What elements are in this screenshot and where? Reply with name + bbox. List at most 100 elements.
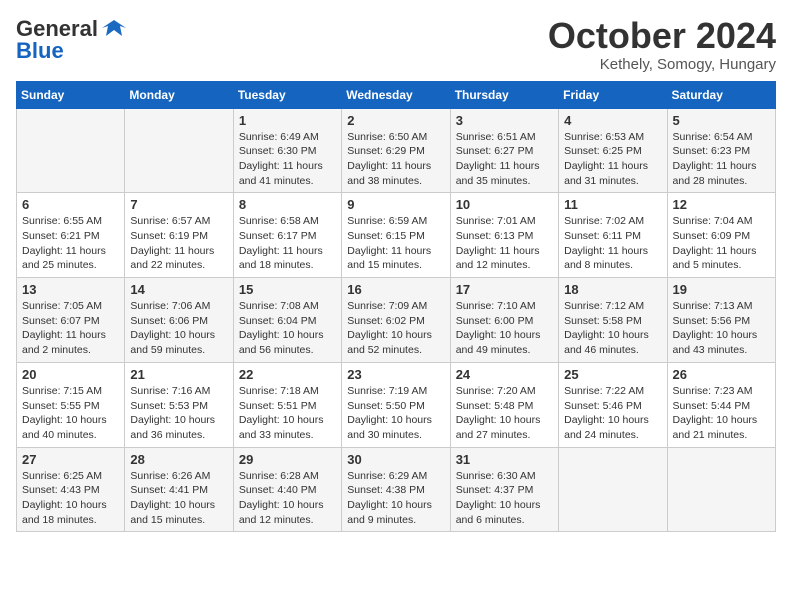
calendar-cell: 4 Sunrise: 6:53 AM Sunset: 6:25 PM Daylig… <box>559 108 667 193</box>
day-info: Sunrise: 7:10 AM Sunset: 6:00 PM Dayligh… <box>456 299 553 358</box>
calendar-cell: 3 Sunrise: 6:51 AM Sunset: 6:27 PM Daylig… <box>450 108 558 193</box>
day-info: Sunrise: 6:25 AM Sunset: 4:43 PM Dayligh… <box>22 469 119 528</box>
calendar-cell: 24 Sunrise: 7:20 AM Sunset: 5:48 PM Dayli… <box>450 362 558 447</box>
day-number: 24 <box>456 367 553 382</box>
day-info: Sunrise: 7:09 AM Sunset: 6:02 PM Dayligh… <box>347 299 444 358</box>
location: Kethely, Somogy, Hungary <box>548 56 776 73</box>
calendar-cell: 18 Sunrise: 7:12 AM Sunset: 5:58 PM Dayli… <box>559 278 667 363</box>
day-info: Sunrise: 7:20 AM Sunset: 5:48 PM Dayligh… <box>456 384 553 443</box>
logo-blue: Blue <box>16 38 64 64</box>
calendar-cell: 29 Sunrise: 6:28 AM Sunset: 4:40 PM Dayli… <box>233 447 341 532</box>
calendar-cell: 12 Sunrise: 7:04 AM Sunset: 6:09 PM Dayli… <box>667 193 775 278</box>
weekday-header-friday: Friday <box>559 81 667 108</box>
weekday-header-row: SundayMondayTuesdayWednesdayThursdayFrid… <box>17 81 776 108</box>
day-number: 2 <box>347 113 444 128</box>
day-number: 28 <box>130 452 227 467</box>
day-number: 6 <box>22 197 119 212</box>
title-area: October 2024 Kethely, Somogy, Hungary <box>548 16 776 73</box>
calendar-cell: 30 Sunrise: 6:29 AM Sunset: 4:38 PM Dayli… <box>342 447 450 532</box>
day-info: Sunrise: 6:53 AM Sunset: 6:25 PM Dayligh… <box>564 130 661 189</box>
day-info: Sunrise: 6:58 AM Sunset: 6:17 PM Dayligh… <box>239 214 336 273</box>
day-info: Sunrise: 7:04 AM Sunset: 6:09 PM Dayligh… <box>673 214 770 273</box>
logo-bird-icon <box>100 18 128 40</box>
day-info: Sunrise: 6:59 AM Sunset: 6:15 PM Dayligh… <box>347 214 444 273</box>
calendar-cell <box>125 108 233 193</box>
day-info: Sunrise: 6:57 AM Sunset: 6:19 PM Dayligh… <box>130 214 227 273</box>
calendar-cell: 21Sunrise: 7:16 AM Sunset: 5:53 PM Dayli… <box>125 362 233 447</box>
day-number: 18 <box>564 282 661 297</box>
calendar-cell: 15Sunrise: 7:08 AM Sunset: 6:04 PM Dayli… <box>233 278 341 363</box>
day-info: Sunrise: 7:12 AM Sunset: 5:58 PM Dayligh… <box>564 299 661 358</box>
day-info: Sunrise: 7:02 AM Sunset: 6:11 PM Dayligh… <box>564 214 661 273</box>
calendar-cell: 6 Sunrise: 6:55 AM Sunset: 6:21 PM Daylig… <box>17 193 125 278</box>
calendar-cell: 11Sunrise: 7:02 AM Sunset: 6:11 PM Dayli… <box>559 193 667 278</box>
day-number: 23 <box>347 367 444 382</box>
day-number: 21 <box>130 367 227 382</box>
calendar-cell <box>17 108 125 193</box>
day-info: Sunrise: 7:06 AM Sunset: 6:06 PM Dayligh… <box>130 299 227 358</box>
day-number: 10 <box>456 197 553 212</box>
day-number: 5 <box>673 113 770 128</box>
calendar-cell <box>559 447 667 532</box>
calendar-cell: 27 Sunrise: 6:25 AM Sunset: 4:43 PM Dayli… <box>17 447 125 532</box>
calendar-week-row: 1 Sunrise: 6:49 AM Sunset: 6:30 PM Daylig… <box>17 108 776 193</box>
calendar-week-row: 27 Sunrise: 6:25 AM Sunset: 4:43 PM Dayli… <box>17 447 776 532</box>
calendar-table: SundayMondayTuesdayWednesdayThursdayFrid… <box>16 81 776 533</box>
day-number: 4 <box>564 113 661 128</box>
day-info: Sunrise: 7:08 AM Sunset: 6:04 PM Dayligh… <box>239 299 336 358</box>
calendar-week-row: 6 Sunrise: 6:55 AM Sunset: 6:21 PM Daylig… <box>17 193 776 278</box>
calendar-cell: 28 Sunrise: 6:26 AM Sunset: 4:41 PM Dayli… <box>125 447 233 532</box>
day-number: 9 <box>347 197 444 212</box>
day-number: 3 <box>456 113 553 128</box>
day-info: Sunrise: 7:18 AM Sunset: 5:51 PM Dayligh… <box>239 384 336 443</box>
page-header: General Blue October 2024 Kethely, Somog… <box>16 16 776 73</box>
day-number: 17 <box>456 282 553 297</box>
day-info: Sunrise: 6:29 AM Sunset: 4:38 PM Dayligh… <box>347 469 444 528</box>
day-info: Sunrise: 6:55 AM Sunset: 6:21 PM Dayligh… <box>22 214 119 273</box>
day-number: 13 <box>22 282 119 297</box>
day-info: Sunrise: 6:51 AM Sunset: 6:27 PM Dayligh… <box>456 130 553 189</box>
day-info: Sunrise: 6:30 AM Sunset: 4:37 PM Dayligh… <box>456 469 553 528</box>
day-number: 31 <box>456 452 553 467</box>
day-number: 16 <box>347 282 444 297</box>
day-number: 30 <box>347 452 444 467</box>
weekday-header-monday: Monday <box>125 81 233 108</box>
day-number: 27 <box>22 452 119 467</box>
calendar-cell: 23 Sunrise: 7:19 AM Sunset: 5:50 PM Dayli… <box>342 362 450 447</box>
calendar-cell: 9 Sunrise: 6:59 AM Sunset: 6:15 PM Daylig… <box>342 193 450 278</box>
day-number: 14 <box>130 282 227 297</box>
weekday-header-tuesday: Tuesday <box>233 81 341 108</box>
day-info: Sunrise: 6:54 AM Sunset: 6:23 PM Dayligh… <box>673 130 770 189</box>
day-info: Sunrise: 6:26 AM Sunset: 4:41 PM Dayligh… <box>130 469 227 528</box>
day-info: Sunrise: 7:13 AM Sunset: 5:56 PM Dayligh… <box>673 299 770 358</box>
day-number: 22 <box>239 367 336 382</box>
day-info: Sunrise: 6:49 AM Sunset: 6:30 PM Dayligh… <box>239 130 336 189</box>
day-number: 1 <box>239 113 336 128</box>
day-number: 26 <box>673 367 770 382</box>
day-number: 19 <box>673 282 770 297</box>
day-info: Sunrise: 7:15 AM Sunset: 5:55 PM Dayligh… <box>22 384 119 443</box>
day-info: Sunrise: 7:19 AM Sunset: 5:50 PM Dayligh… <box>347 384 444 443</box>
day-number: 20 <box>22 367 119 382</box>
month-title: October 2024 <box>548 16 776 56</box>
weekday-header-thursday: Thursday <box>450 81 558 108</box>
calendar-cell: 16 Sunrise: 7:09 AM Sunset: 6:02 PM Dayli… <box>342 278 450 363</box>
calendar-cell: 19 Sunrise: 7:13 AM Sunset: 5:56 PM Dayli… <box>667 278 775 363</box>
day-info: Sunrise: 7:05 AM Sunset: 6:07 PM Dayligh… <box>22 299 119 358</box>
calendar-week-row: 20 Sunrise: 7:15 AM Sunset: 5:55 PM Dayli… <box>17 362 776 447</box>
weekday-header-saturday: Saturday <box>667 81 775 108</box>
day-number: 12 <box>673 197 770 212</box>
calendar-cell: 2 Sunrise: 6:50 AM Sunset: 6:29 PM Daylig… <box>342 108 450 193</box>
day-info: Sunrise: 7:22 AM Sunset: 5:46 PM Dayligh… <box>564 384 661 443</box>
day-number: 7 <box>130 197 227 212</box>
calendar-cell: 17 Sunrise: 7:10 AM Sunset: 6:00 PM Dayli… <box>450 278 558 363</box>
calendar-cell: 26Sunrise: 7:23 AM Sunset: 5:44 PM Dayli… <box>667 362 775 447</box>
day-info: Sunrise: 6:28 AM Sunset: 4:40 PM Dayligh… <box>239 469 336 528</box>
day-info: Sunrise: 6:50 AM Sunset: 6:29 PM Dayligh… <box>347 130 444 189</box>
day-number: 8 <box>239 197 336 212</box>
weekday-header-wednesday: Wednesday <box>342 81 450 108</box>
calendar-week-row: 13 Sunrise: 7:05 AM Sunset: 6:07 PM Dayli… <box>17 278 776 363</box>
calendar-cell: 20 Sunrise: 7:15 AM Sunset: 5:55 PM Dayli… <box>17 362 125 447</box>
day-number: 29 <box>239 452 336 467</box>
calendar-cell: 1 Sunrise: 6:49 AM Sunset: 6:30 PM Daylig… <box>233 108 341 193</box>
